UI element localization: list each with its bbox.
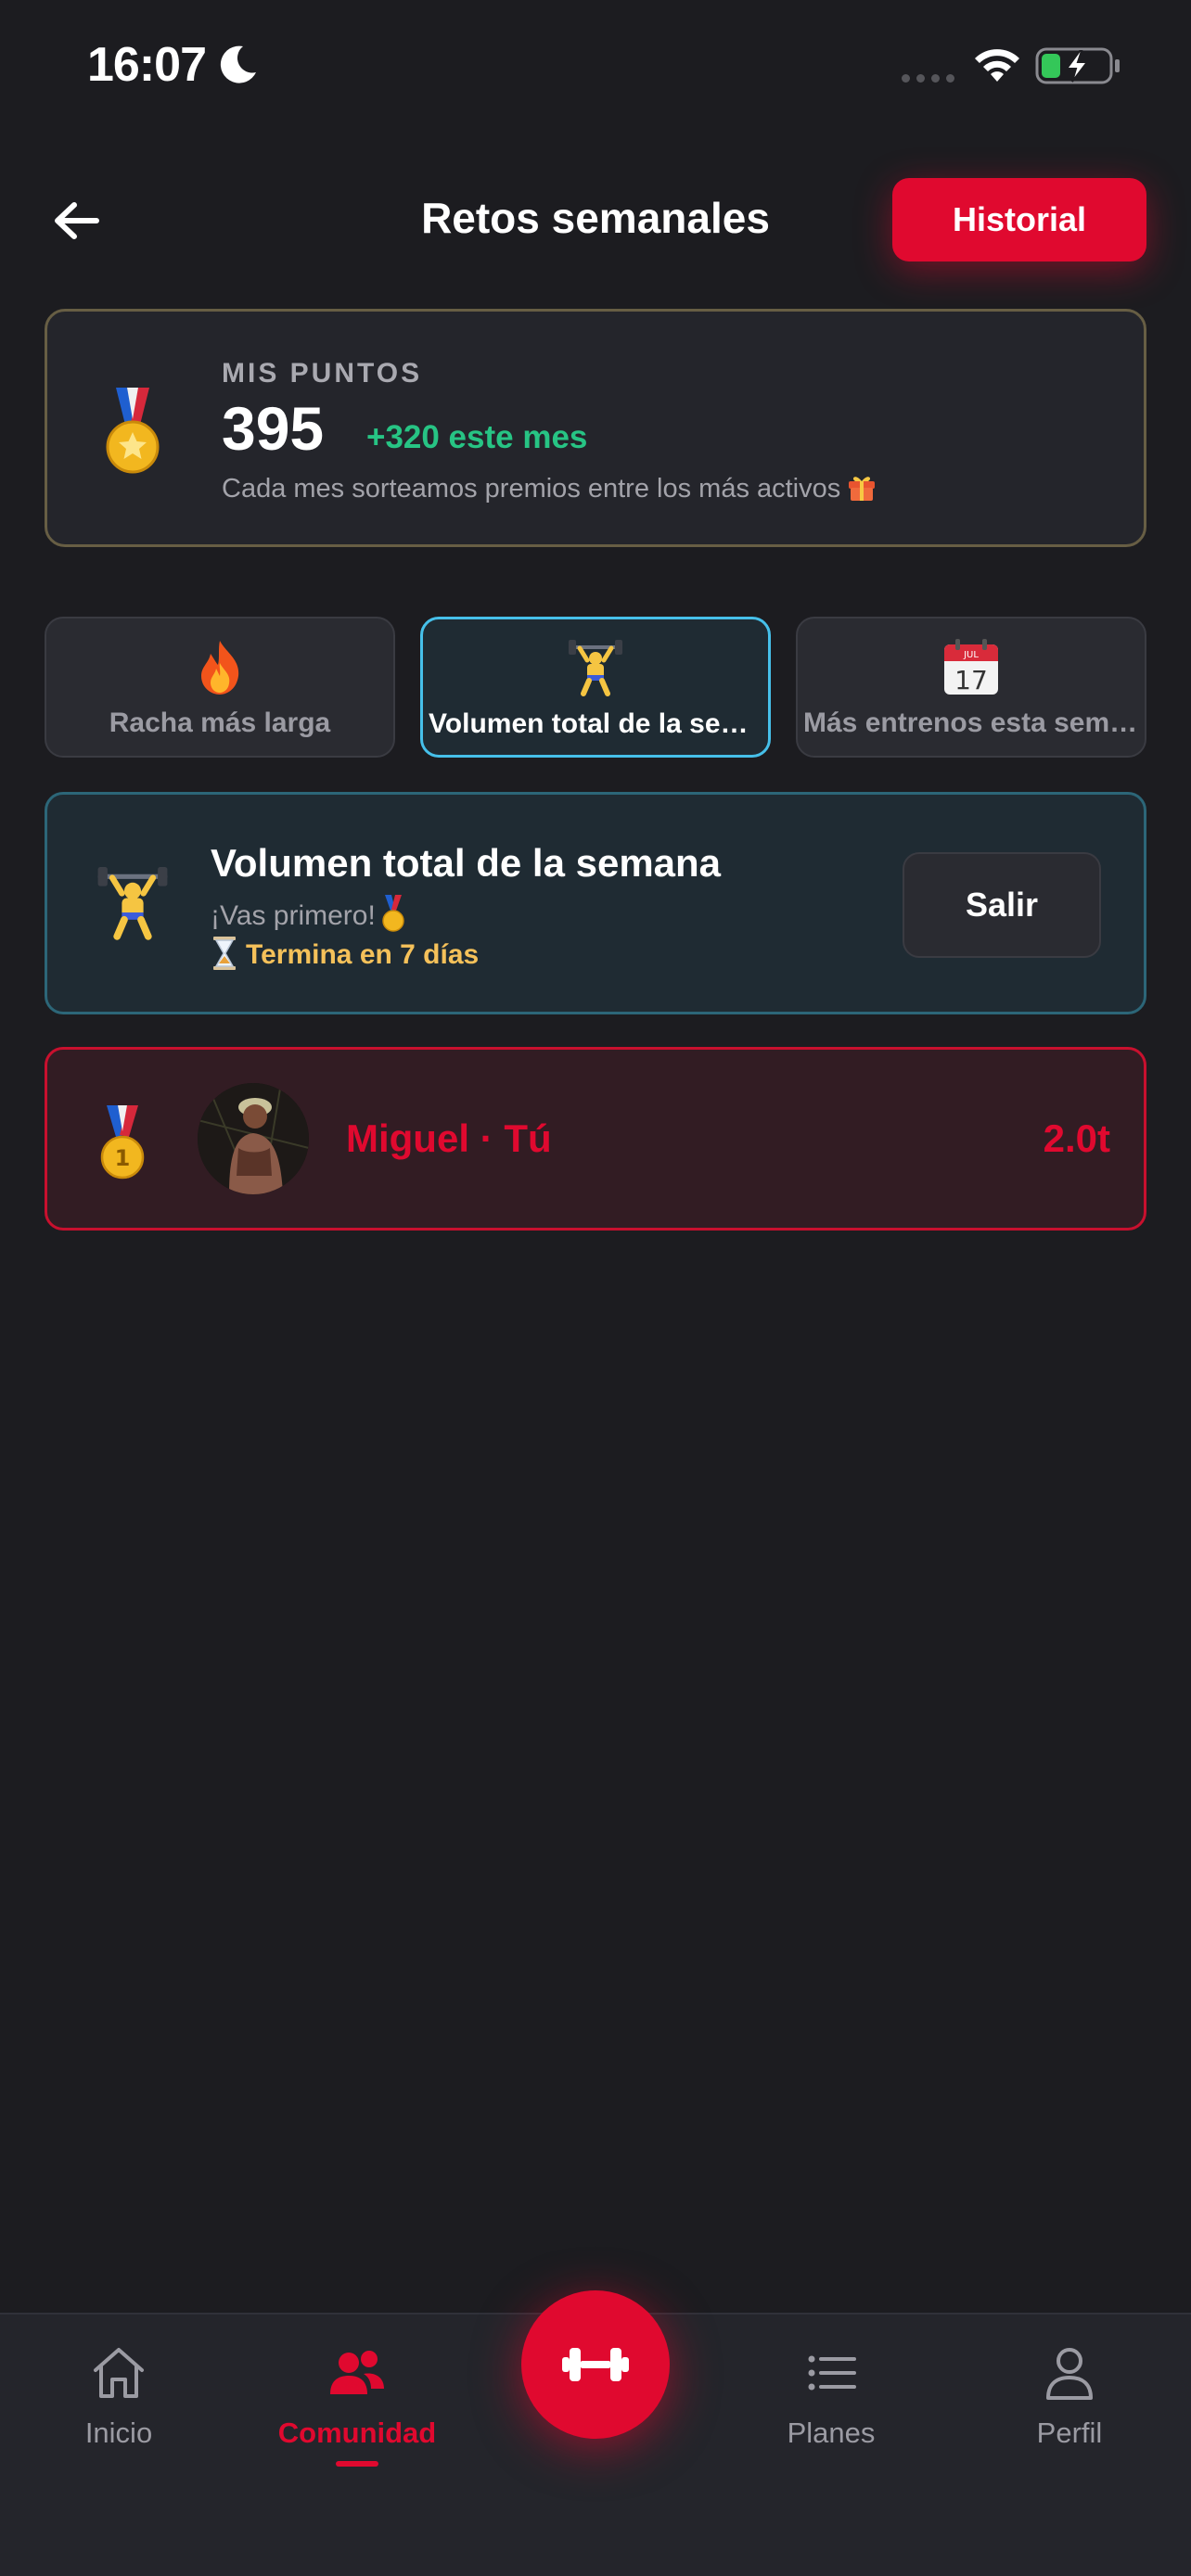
tab-longest-streak[interactable]: Racha más larga bbox=[45, 617, 395, 758]
medal-icon bbox=[106, 388, 160, 474]
dumbbell-icon bbox=[562, 2348, 629, 2381]
nav-label: Planes bbox=[787, 2417, 876, 2449]
svg-text:JUL: JUL bbox=[963, 650, 979, 660]
challenge-rank-text: ¡Vas primero! bbox=[211, 900, 376, 931]
challenge-title: Volumen total de la semana bbox=[211, 841, 722, 885]
community-icon bbox=[330, 2351, 384, 2394]
tab-weekly-volume[interactable]: Volumen total de la semana bbox=[420, 617, 771, 758]
gift-icon bbox=[849, 477, 876, 501]
list-icon bbox=[808, 2355, 856, 2391]
first-place-medal-icon: 1 bbox=[100, 1105, 145, 1180]
nav-active-indicator bbox=[336, 2461, 378, 2467]
fire-icon bbox=[201, 641, 239, 695]
tab-label: Más entrenos esta semana bbox=[803, 708, 1139, 738]
svg-text:17: 17 bbox=[954, 665, 988, 695]
history-button[interactable]: Historial bbox=[892, 178, 1146, 261]
nav-label: Perfil bbox=[1036, 2417, 1103, 2449]
calendar-icon: JUL 17 bbox=[944, 639, 998, 695]
tab-label: Volumen total de la semana bbox=[429, 708, 762, 739]
gold-medal-icon bbox=[382, 895, 404, 932]
profile-icon bbox=[1046, 2348, 1093, 2400]
moon-icon bbox=[220, 45, 256, 83]
avatar bbox=[198, 1083, 309, 1194]
nav-item-home[interactable]: Inicio bbox=[17, 2342, 221, 2481]
weightlifter-icon bbox=[97, 867, 168, 940]
home-icon bbox=[94, 2348, 144, 2398]
points-value: 395 bbox=[222, 394, 325, 463]
status-time: 16:07 bbox=[87, 38, 207, 92]
start-workout-button[interactable] bbox=[521, 2290, 670, 2439]
cellular-signal-icon bbox=[902, 74, 954, 83]
active-challenge-card: Volumen total de la semana ¡Vas primero!… bbox=[45, 792, 1146, 1014]
challenge-timer: Termina en 7 días bbox=[211, 936, 479, 971]
leaderboard-row[interactable]: 1 Miguel · Tú 2.0t bbox=[45, 1047, 1146, 1231]
wifi-icon bbox=[975, 49, 1019, 82]
battery-charging-icon bbox=[1035, 47, 1120, 84]
leave-challenge-button[interactable]: Salir bbox=[903, 852, 1101, 958]
points-delta: +320 este mes bbox=[366, 419, 588, 455]
hourglass-icon bbox=[213, 937, 236, 970]
nav-label: Comunidad bbox=[277, 2417, 437, 2449]
points-label: MIS PUNTOS bbox=[222, 358, 423, 389]
status-bar: 16:07 bbox=[0, 0, 1191, 139]
points-card: MIS PUNTOS 395 +320 este mes Cada mes so… bbox=[45, 309, 1146, 547]
leader-score: 2.0t bbox=[1043, 1116, 1110, 1160]
tab-label: Racha más larga bbox=[109, 708, 331, 738]
tab-most-workouts[interactable]: JUL 17 Más entrenos esta semana bbox=[796, 617, 1146, 758]
weightlifter-icon bbox=[569, 640, 622, 696]
leader-name: Miguel · Tú bbox=[346, 1116, 552, 1160]
challenge-rank: ¡Vas primero! bbox=[211, 895, 405, 932]
svg-text:1: 1 bbox=[115, 1145, 131, 1171]
points-note-text: Cada mes sorteamos premios entre los más… bbox=[222, 474, 841, 504]
nav-item-plans[interactable]: Planes bbox=[729, 2342, 933, 2481]
challenge-timer-text: Termina en 7 días bbox=[246, 939, 480, 970]
points-note: Cada mes sorteamos premios entre los más… bbox=[222, 471, 877, 504]
nav-item-profile[interactable]: Perfil bbox=[967, 2342, 1172, 2481]
nav-label: Inicio bbox=[84, 2417, 153, 2449]
